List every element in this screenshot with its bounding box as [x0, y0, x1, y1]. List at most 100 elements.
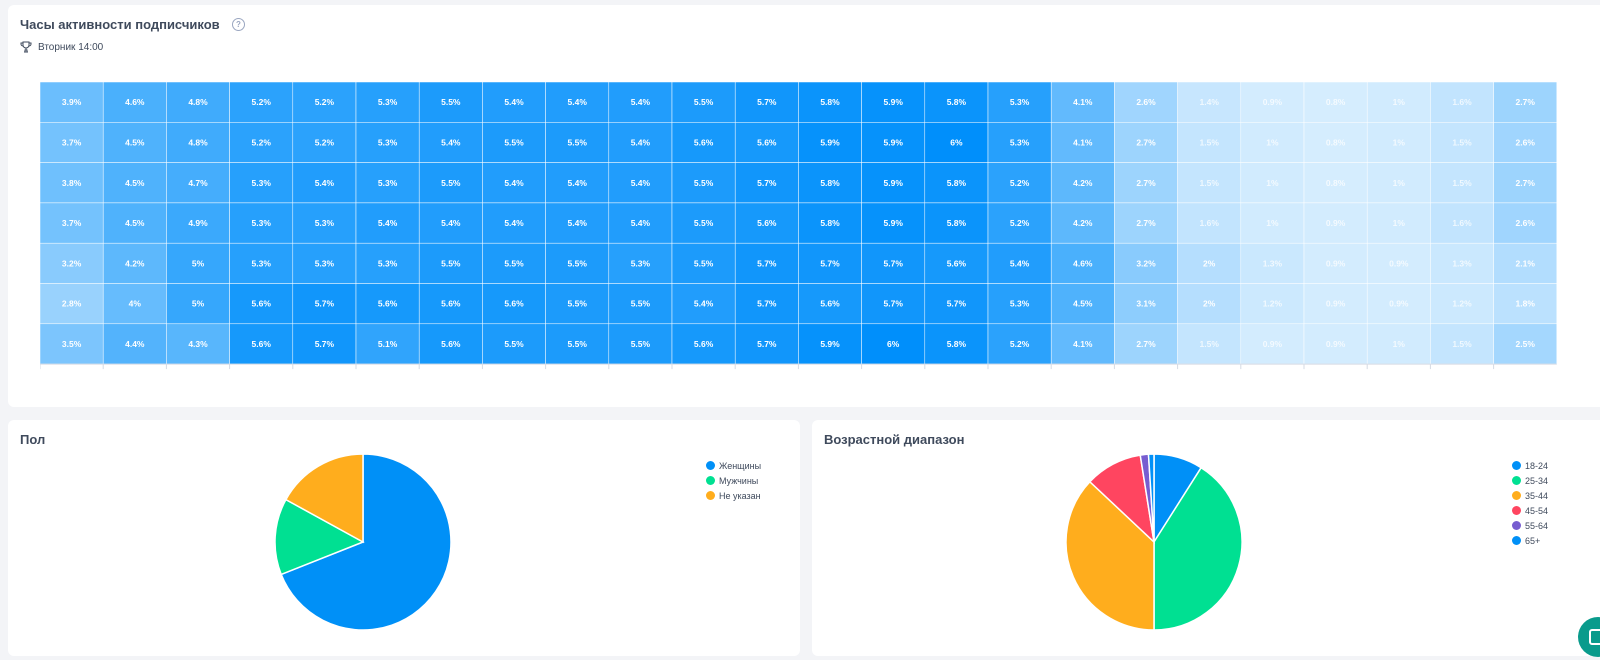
heatmap-cell-label: 5.5%: [441, 258, 461, 268]
heatmap-cell-label: 5.5%: [441, 97, 461, 107]
heatmap-cell-label: 5.7%: [757, 97, 777, 107]
heatmap-cell-label: 5.7%: [757, 339, 777, 349]
heatmap-cell-label: 5.3%: [378, 258, 398, 268]
legend-item[interactable]: 45-54: [1512, 503, 1548, 518]
legend-item[interactable]: 65+: [1512, 533, 1548, 548]
heatmap-cell-label: 5.4%: [694, 299, 714, 309]
legend-label: Мужчины: [719, 475, 759, 486]
legend-label: 55-64: [1525, 520, 1549, 531]
heatmap-cell-label: 1.5%: [1200, 178, 1220, 188]
heatmap-cell-label: 2%: [1203, 299, 1216, 309]
heatmap-cell-label: 5.7%: [884, 299, 904, 309]
heatmap-cell-label: 0.9%: [1389, 299, 1409, 309]
heatmap-cell-label: 1.2%: [1452, 299, 1472, 309]
heatmap-cell-label: 5.2%: [315, 97, 335, 107]
heatmap-cell-label: 5.5%: [694, 258, 714, 268]
heatmap-cell-label: 5.5%: [568, 299, 588, 309]
heatmap-cell-label: 5.9%: [820, 339, 840, 349]
heatmap-cell-label: 5.6%: [252, 299, 272, 309]
heatmap-cell-label: 1.3%: [1452, 258, 1472, 268]
heatmap-cell-label: 2.6%: [1516, 137, 1536, 147]
heatmap-cell-label: 5.3%: [252, 218, 272, 228]
heatmap-cell-label: 0.9%: [1326, 218, 1346, 228]
legend-item[interactable]: 25-34: [1512, 473, 1548, 488]
heatmap-cell-label: 3.1%: [1136, 299, 1156, 309]
question-circle-icon[interactable]: ?: [232, 18, 245, 31]
heatmap-cell-label: 5.4%: [378, 218, 398, 228]
activity-card: Часы активности подписчиков ? Вторник 14…: [8, 5, 1600, 407]
heatmap-cell-label: 4.1%: [1073, 339, 1093, 349]
heatmap-cell-label: 5.4%: [631, 97, 651, 107]
heatmap-cell-label: 4.6%: [1073, 258, 1093, 268]
heatmap-cell-label: 5.5%: [504, 137, 524, 147]
legend-label: 35-44: [1525, 490, 1549, 501]
heatmap-cell-label: 2%: [1203, 258, 1216, 268]
heatmap-cell-label: 5.5%: [694, 218, 714, 228]
legend-item[interactable]: Женщины: [706, 458, 761, 473]
legend-marker: [1512, 506, 1521, 515]
heatmap-cell-label: 5.5%: [441, 178, 461, 188]
heatmap-cell-label: 5.9%: [884, 97, 904, 107]
heatmap-cell-label: 3.7%: [62, 218, 82, 228]
heatmap-cell-label: 1.6%: [1452, 218, 1472, 228]
heatmap-cell-label: 2.6%: [1516, 218, 1536, 228]
heatmap-cell-label: 5.7%: [315, 299, 335, 309]
legend-label: 25-34: [1525, 475, 1549, 486]
heatmap-cell-label: 0.9%: [1263, 97, 1283, 107]
heatmap-cell-label: 5.8%: [820, 97, 840, 107]
heatmap-cell-label: 5.4%: [315, 178, 335, 188]
legend-item[interactable]: 18-24: [1512, 458, 1548, 473]
legend-label: 18-24: [1525, 460, 1549, 471]
heatmap-cell-label: 0.9%: [1389, 258, 1409, 268]
heatmap-cell-label: 5.2%: [315, 137, 335, 147]
heatmap-cell-label: 1.4%: [1200, 97, 1220, 107]
heatmap-cell-label: 5.3%: [631, 258, 651, 268]
heatmap-cell-label: 5.3%: [378, 97, 398, 107]
heatmap-cell-label: 5.2%: [1010, 218, 1030, 228]
heatmap-cell-label: 5.4%: [504, 178, 524, 188]
heatmap-cell-label: 5.5%: [568, 137, 588, 147]
gender-card: Пол Женщины Мужчины Не указан: [8, 420, 800, 656]
heatmap-cell-label: 1.2%: [1263, 299, 1283, 309]
heatmap-cell-label: 5.6%: [252, 339, 272, 349]
heatmap-cell-label: 4.9%: [188, 218, 208, 228]
legend-marker: [706, 476, 715, 485]
heatmap-cell-label: 4.2%: [1073, 178, 1093, 188]
heatmap-cell-label: 5.4%: [504, 218, 524, 228]
trophy-icon: [20, 41, 32, 53]
heatmap-cell-label: 5.4%: [568, 178, 588, 188]
heatmap-cell-label: 5.3%: [315, 258, 335, 268]
heatmap-cell-label: 4.2%: [125, 258, 145, 268]
heatmap-cell-label: 1%: [1266, 178, 1279, 188]
heatmap-cell-label: 5.3%: [378, 137, 398, 147]
heatmap-cell-label: 4.4%: [125, 339, 145, 349]
heatmap-cell-label: 1%: [1393, 218, 1406, 228]
legend-item[interactable]: Мужчины: [706, 473, 761, 488]
heatmap-cell-label: 5%: [192, 299, 205, 309]
heatmap-cell-label: 5.7%: [757, 299, 777, 309]
legend-marker: [1512, 476, 1521, 485]
heatmap-cell-label: 5.2%: [1010, 339, 1030, 349]
heatmap-cell-label: 5.2%: [252, 137, 272, 147]
heatmap-cell-label: 4.5%: [1073, 299, 1093, 309]
heatmap-cell-label: 5.1%: [378, 339, 398, 349]
heatmap-cell-label: 5.6%: [947, 258, 967, 268]
heatmap-cell-label: 5.6%: [820, 299, 840, 309]
legend-item[interactable]: Не указан: [706, 488, 761, 503]
heatmap-cell-label: 5.5%: [568, 258, 588, 268]
legend-label: 65+: [1525, 535, 1541, 546]
heatmap-cell-label: 5.7%: [757, 258, 777, 268]
heatmap-cell-label: 5.5%: [631, 299, 651, 309]
heatmap-cell-label: 1%: [1266, 218, 1279, 228]
heatmap-cell-label: 5.7%: [315, 339, 335, 349]
legend-item[interactable]: 35-44: [1512, 488, 1548, 503]
heatmap-cell-label: 5.3%: [1010, 137, 1030, 147]
best-time-label: Вторник 14:00: [38, 41, 104, 53]
heatmap-cell-label: 2.7%: [1516, 178, 1536, 188]
legend-item[interactable]: 55-64: [1512, 518, 1548, 533]
heatmap-cell-label: 3.2%: [1136, 258, 1156, 268]
heatmap-cell-label: 4.8%: [188, 97, 208, 107]
heatmap-cell-label: 5.4%: [1010, 258, 1030, 268]
heatmap-cell-label: 5.3%: [1010, 299, 1030, 309]
heatmap-cell-label: 5.5%: [504, 339, 524, 349]
